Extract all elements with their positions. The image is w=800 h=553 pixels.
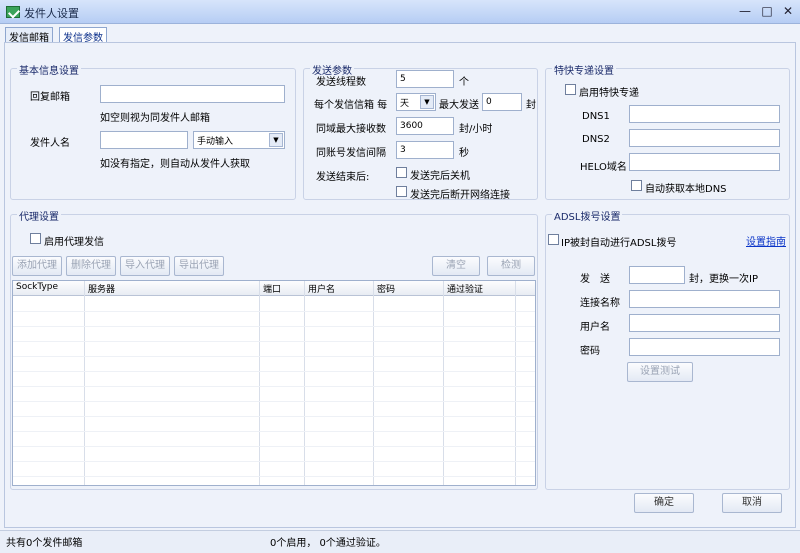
col-socktype[interactable]: SockType bbox=[16, 282, 58, 292]
check-proxy-button[interactable]: 检测 bbox=[487, 256, 535, 276]
domain-max-label: 同域最大接收数 bbox=[316, 124, 386, 135]
domain-max-unit: 封/小时 bbox=[459, 124, 493, 135]
title-bar: 发件人设置 — □ ✕ bbox=[0, 0, 800, 24]
adsl-password-input[interactable] bbox=[629, 338, 780, 356]
dns1-input[interactable] bbox=[629, 105, 780, 123]
sender-name-input[interactable] bbox=[100, 131, 188, 149]
domain-max-input[interactable]: 3600 bbox=[396, 117, 454, 135]
adsl-send-suffix: 封，更换一次IP bbox=[689, 274, 758, 285]
adsl-enable-label: IP被封自动进行ADSL拨号 bbox=[561, 238, 677, 249]
status-bar: 共有0个发件邮箱 0个启用， 0个通过验证。 bbox=[0, 530, 800, 553]
row-divider bbox=[13, 416, 535, 417]
col-verified[interactable]: 通过验证 bbox=[447, 282, 483, 295]
col-server[interactable]: 服务器 bbox=[88, 282, 115, 295]
adsl-username-input[interactable] bbox=[629, 314, 780, 332]
row-divider bbox=[13, 371, 535, 372]
row-divider bbox=[13, 401, 535, 402]
proxy-enable-checkbox[interactable] bbox=[30, 233, 41, 244]
delete-proxy-button[interactable]: 删除代理 bbox=[66, 256, 116, 276]
auto-dns-label: 自动获取本地DNS bbox=[645, 184, 727, 195]
max-send-input[interactable]: 0 bbox=[482, 93, 522, 111]
disconnect-checkbox[interactable] bbox=[396, 186, 407, 197]
test-settings-button[interactable]: 设置测试 bbox=[627, 362, 693, 382]
row-divider bbox=[13, 356, 535, 357]
adsl-title: ADSL拨号设置 bbox=[552, 208, 623, 223]
col-password[interactable]: 密码 bbox=[377, 282, 395, 295]
row-divider bbox=[13, 386, 535, 387]
proxy-table-header: SockType 服务器 端口 用户名 密码 通过验证 bbox=[13, 281, 535, 296]
import-proxy-button[interactable]: 导入代理 bbox=[120, 256, 170, 276]
adsl-send-label: 发 送 bbox=[580, 274, 610, 285]
proxy-table[interactable]: SockType 服务器 端口 用户名 密码 通过验证 bbox=[12, 280, 536, 486]
chevron-down-icon: ▼ bbox=[420, 95, 434, 109]
interval-input[interactable]: 3 bbox=[396, 141, 454, 159]
threads-input[interactable]: 5 bbox=[396, 70, 454, 88]
adsl-send-input[interactable] bbox=[629, 266, 685, 284]
shutdown-checkbox[interactable] bbox=[396, 167, 407, 178]
adsl-enable-checkbox[interactable] bbox=[548, 234, 559, 245]
per-period-value: 天 bbox=[400, 99, 410, 109]
sender-name-hint: 如没有指定，则自动从发件人获取 bbox=[100, 159, 250, 170]
row-divider bbox=[13, 446, 535, 447]
sender-settings-window: 发件人设置 — □ ✕ 发信邮箱 发信参数 基本信息设置 回复邮箱 如空则视为同… bbox=[0, 0, 800, 553]
app-icon bbox=[6, 6, 20, 18]
reply-email-label: 回复邮箱 bbox=[30, 92, 70, 103]
helo-input[interactable] bbox=[629, 153, 780, 171]
reply-email-input[interactable] bbox=[100, 85, 285, 103]
chevron-down-icon: ▼ bbox=[269, 133, 283, 147]
per-period-select[interactable]: 天 ▼ bbox=[396, 93, 436, 111]
cancel-button[interactable]: 取消 bbox=[722, 493, 782, 513]
proxy-enable-label: 启用代理发信 bbox=[44, 237, 104, 248]
dns2-input[interactable] bbox=[629, 129, 780, 147]
max-send-unit: 封 bbox=[526, 100, 536, 111]
sender-name-label: 发件人名 bbox=[30, 138, 70, 149]
after-send-label: 发送结束后: bbox=[316, 172, 370, 183]
sender-mode-select[interactable]: 手动输入 ▼ bbox=[193, 131, 285, 149]
col-username[interactable]: 用户名 bbox=[308, 282, 335, 295]
row-divider bbox=[13, 461, 535, 462]
tab-send-params[interactable]: 发信参数 bbox=[59, 27, 107, 44]
basic-info-title: 基本信息设置 bbox=[17, 62, 81, 77]
tab-sender-mailbox[interactable]: 发信邮箱 bbox=[5, 27, 53, 44]
max-send-label: 最大发送 bbox=[439, 100, 479, 111]
threads-unit: 个 bbox=[459, 77, 469, 88]
helo-label: HELO域名 bbox=[580, 162, 627, 173]
disconnect-label: 发送完后断开网络连接 bbox=[410, 190, 510, 201]
interval-unit: 秒 bbox=[459, 148, 469, 159]
setup-guide-link[interactable]: 设置指南 bbox=[746, 233, 786, 248]
threads-label: 发送线程数 bbox=[316, 77, 366, 88]
proxy-title: 代理设置 bbox=[17, 208, 61, 223]
row-divider bbox=[13, 311, 535, 312]
minimize-icon[interactable]: — bbox=[736, 4, 754, 20]
window-title: 发件人设置 bbox=[24, 7, 79, 20]
export-proxy-button[interactable]: 导出代理 bbox=[174, 256, 224, 276]
interval-label: 同账号发信间隔 bbox=[316, 148, 386, 159]
express-enable-checkbox[interactable] bbox=[565, 84, 576, 95]
connection-name-input[interactable] bbox=[629, 290, 780, 308]
mailbox-count-status: 共有0个发件邮箱 bbox=[6, 538, 83, 549]
close-icon[interactable]: ✕ bbox=[779, 4, 797, 20]
per-mailbox-label: 每个发信信箱 每 bbox=[314, 100, 388, 111]
row-divider bbox=[13, 431, 535, 432]
row-divider bbox=[13, 341, 535, 342]
clear-proxy-button[interactable]: 清空 bbox=[432, 256, 480, 276]
adsl-password-label: 密码 bbox=[580, 346, 600, 357]
dns2-label: DNS2 bbox=[582, 134, 610, 145]
add-proxy-button[interactable]: 添加代理 bbox=[12, 256, 62, 276]
proxy-status: 0个启用， 0个通过验证。 bbox=[270, 538, 386, 549]
express-enable-label: 启用特快专递 bbox=[579, 88, 639, 99]
sender-mode-value: 手动输入 bbox=[197, 137, 234, 147]
reply-email-hint: 如空则视为同发件人邮箱 bbox=[100, 113, 210, 124]
ok-button[interactable]: 确定 bbox=[634, 493, 694, 513]
express-title: 特快专递设置 bbox=[552, 62, 616, 77]
dns1-label: DNS1 bbox=[582, 111, 610, 122]
connection-name-label: 连接名称 bbox=[580, 298, 620, 309]
maximize-icon[interactable]: □ bbox=[758, 4, 776, 20]
adsl-username-label: 用户名 bbox=[580, 322, 610, 333]
auto-dns-checkbox[interactable] bbox=[631, 180, 642, 191]
row-divider bbox=[13, 326, 535, 327]
row-divider bbox=[13, 476, 535, 477]
col-port[interactable]: 端口 bbox=[263, 282, 281, 295]
shutdown-label: 发送完后关机 bbox=[410, 171, 470, 182]
